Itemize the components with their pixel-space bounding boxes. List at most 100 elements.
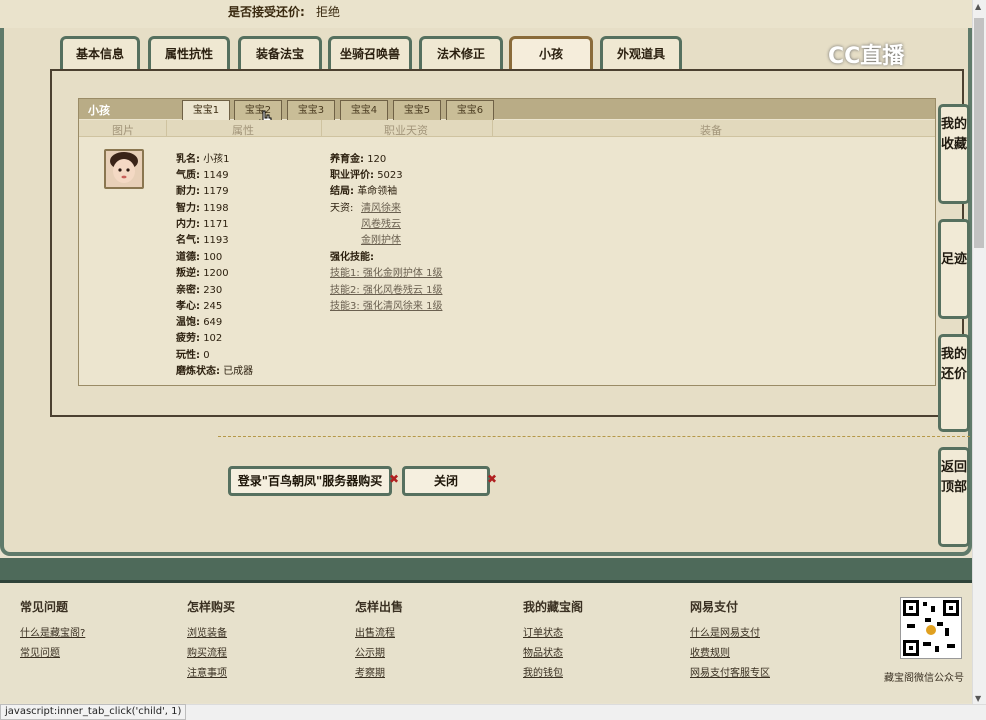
raising-gold: 养育金: 120: [330, 150, 386, 165]
footer-link[interactable]: 公示期: [355, 644, 385, 659]
attr-key: 孝心:: [176, 301, 200, 312]
attr-value: 1200: [203, 268, 229, 279]
attr-value: 649: [203, 317, 223, 328]
attr-value: 0: [203, 350, 210, 361]
qr-caption: 藏宝阁微信公众号: [884, 673, 964, 684]
attr-key: 智力:: [176, 203, 200, 214]
tab-baby-1[interactable]: 宝宝1: [182, 100, 230, 120]
attr-key: 耐力:: [176, 186, 200, 197]
attr-row: 乳名: 小孩1: [176, 150, 230, 165]
footer: [0, 583, 972, 703]
tab-appearance[interactable]: 外观道具: [600, 36, 682, 70]
tab-mounts[interactable]: 坐骑召唤兽: [328, 36, 412, 70]
footer-buy-title: 怎样购买: [187, 600, 236, 614]
skill-link[interactable]: 技能1: 强化金刚护体 1级: [330, 264, 442, 279]
tab-baby-3[interactable]: 宝宝3: [287, 100, 335, 120]
attr-row: 亲密: 230: [176, 281, 222, 296]
raising-gold-value: 120: [367, 154, 387, 165]
attr-key: 叛逆:: [176, 268, 200, 279]
career-eval: 职业评价: 5023: [330, 166, 403, 181]
column-separator: [321, 120, 322, 137]
career-eval-label: 职业评价:: [330, 170, 374, 181]
talent-link[interactable]: 金刚护体: [361, 231, 401, 246]
attr-key: 磨炼状态:: [176, 366, 220, 377]
ending: 结局: 革命领袖: [330, 182, 397, 197]
back-to-top-button[interactable]: 返回顶部: [938, 447, 970, 547]
footer-link[interactable]: 常见问题: [20, 644, 60, 659]
close-button[interactable]: 关闭: [402, 466, 490, 496]
footer-sell-title: 怎样出售: [355, 600, 404, 614]
attr-key: 乳名:: [176, 154, 200, 165]
column-separator: [492, 120, 493, 137]
attr-row: 玩性: 0: [176, 346, 210, 361]
favorites-button[interactable]: 我的收藏: [938, 104, 970, 204]
attr-value: 102: [203, 333, 223, 344]
column-header: [79, 120, 935, 137]
skills-label: 强化技能:: [330, 252, 374, 263]
skill-link[interactable]: 技能2: 强化风卷残云 1级: [330, 281, 442, 296]
tab-basic-info[interactable]: 基本信息: [60, 36, 140, 70]
attr-row: 疲劳: 102: [176, 329, 222, 344]
footer-link[interactable]: 网易支付客服专区: [690, 664, 770, 679]
close-x-icon: ✖: [389, 472, 400, 486]
attr-value: 1171: [203, 219, 229, 230]
attr-row: 叛逆: 1200: [176, 264, 229, 279]
attr-value: 1198: [203, 203, 229, 214]
attr-value: 230: [203, 285, 223, 296]
tab-baby-5[interactable]: 宝宝5: [393, 100, 441, 120]
child-title: 小孩: [88, 104, 110, 117]
footer-link[interactable]: 物品状态: [523, 644, 563, 659]
col-image: 图片: [112, 124, 134, 137]
close-x-icon: ✖: [487, 472, 498, 486]
scroll-up-icon[interactable]: ▲: [975, 2, 981, 11]
tab-equipment[interactable]: 装备法宝: [238, 36, 322, 70]
footer-link[interactable]: 购买流程: [187, 644, 227, 659]
login-buy-button[interactable]: 登录"百鸟朝凤"服务器购买: [228, 466, 392, 496]
footer-link[interactable]: 注意事项: [187, 664, 227, 679]
footprint-button[interactable]: 足迹: [938, 219, 970, 319]
vertical-scroll-thumb[interactable]: [974, 18, 984, 248]
attr-row: 磨炼状态: 已成器: [176, 362, 253, 377]
footer-link[interactable]: 收费规则: [690, 644, 730, 659]
child-face-icon: [106, 151, 142, 187]
column-separator: [166, 120, 167, 137]
attr-value: 已成器: [223, 366, 254, 377]
accept-counter-value: 拒绝: [316, 5, 341, 19]
footer-my-title: 我的藏宝阁: [523, 600, 584, 614]
child-avatar: [104, 149, 144, 189]
tab-baby-6[interactable]: 宝宝6: [446, 100, 494, 120]
attr-value: 小孩1: [203, 154, 230, 165]
top-bar: [0, 0, 972, 30]
footer-link[interactable]: 什么是藏宝阁?: [20, 624, 85, 639]
ending-value: 革命领袖: [357, 186, 398, 197]
col-attributes: 属性: [232, 124, 254, 137]
dashed-divider: [218, 436, 970, 437]
attr-value: 1149: [203, 170, 229, 181]
talent-link[interactable]: 风卷残云: [361, 215, 401, 230]
tab-child[interactable]: 小孩: [509, 36, 593, 70]
attr-row: 道德: 100: [176, 248, 222, 263]
career-eval-value: 5023: [377, 170, 403, 181]
attr-row: 智力: 1198: [176, 199, 229, 214]
footer-link[interactable]: 什么是网易支付: [690, 624, 760, 639]
qr-code-icon: [900, 597, 962, 659]
tab-baby-2[interactable]: 宝宝2: [234, 100, 282, 120]
attr-value: 1193: [203, 235, 229, 246]
tab-attributes[interactable]: 属性抗性: [148, 36, 230, 70]
attr-key: 道德:: [176, 252, 200, 263]
footer-link[interactable]: 浏览装备: [187, 624, 227, 639]
my-counter-offer-button[interactable]: 我的还价: [938, 334, 970, 432]
footer-link[interactable]: 订单状态: [523, 624, 563, 639]
skill-link[interactable]: 技能3: 强化清风徐来 1级: [330, 297, 442, 312]
footer-link[interactable]: 出售流程: [355, 624, 395, 639]
attr-row: 温饱: 649: [176, 313, 222, 328]
tab-baby-4[interactable]: 宝宝4: [340, 100, 388, 120]
attr-value: 245: [203, 301, 223, 312]
footer-link[interactable]: 考察期: [355, 664, 385, 679]
talent-link[interactable]: 清风徐来: [361, 199, 401, 214]
footer-faq-title: 常见问题: [20, 600, 69, 614]
tab-spells[interactable]: 法术修正: [419, 36, 503, 70]
scroll-down-icon[interactable]: ▼: [975, 694, 981, 703]
attr-key: 名气:: [176, 235, 200, 246]
footer-link[interactable]: 我的钱包: [523, 664, 563, 679]
